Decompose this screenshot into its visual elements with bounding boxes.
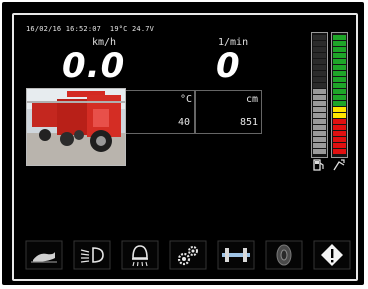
distance-value: 851 — [240, 117, 259, 128]
gauge-segment — [333, 41, 346, 46]
field-mode-key[interactable] — [25, 240, 63, 270]
wheel-icon — [265, 240, 303, 270]
gauge-segment — [333, 65, 346, 70]
gauge-segment — [333, 77, 346, 82]
gauge-segment — [313, 137, 326, 142]
distance-unit: cm — [246, 94, 259, 105]
fuel-pump-icon — [313, 159, 324, 171]
gauge-segment — [313, 119, 326, 124]
gauge-segment — [313, 47, 326, 52]
gauge-segment — [333, 71, 346, 76]
gauge-segment — [333, 119, 346, 124]
gears-icon — [169, 240, 207, 270]
warning-diamond-icon — [313, 240, 351, 270]
gauge-segment — [333, 89, 346, 94]
lights-key[interactable] — [73, 240, 111, 270]
axle-key[interactable] — [217, 240, 255, 270]
gauge-segment — [313, 35, 326, 40]
gauge-segment — [333, 101, 346, 106]
gauge-segment — [313, 83, 326, 88]
gauge-segment — [333, 113, 346, 118]
hydraulic-icon — [333, 159, 345, 171]
warning-key[interactable] — [313, 240, 351, 270]
gauge-segment — [313, 53, 326, 58]
status-time: 16:52:07 — [65, 25, 102, 33]
gauge-segment — [333, 143, 346, 148]
hydraulic-gauge — [331, 32, 348, 158]
temp-unit: °C — [180, 94, 193, 105]
gauge-segment — [313, 59, 326, 64]
work-light-key[interactable] — [121, 240, 159, 270]
status-temperature: 19°C — [109, 25, 128, 33]
status-voltage: 24.7V — [132, 25, 155, 33]
status-bar: 16/02/16 16:52:07 19°C 24.7V — [26, 25, 154, 33]
gauge-segment — [313, 41, 326, 46]
gauge-segment — [333, 53, 346, 58]
gauge-segment — [333, 35, 346, 40]
gauge-segment — [333, 107, 346, 112]
headlight-icon — [73, 240, 111, 270]
gauge-segment — [313, 71, 326, 76]
rpm-value: 0 — [216, 46, 241, 86]
gauge-segment — [333, 59, 346, 64]
gauge-segment — [333, 131, 346, 136]
gauge-segment — [313, 89, 326, 94]
gauge-segment — [333, 125, 346, 130]
gauge-segment — [313, 113, 326, 118]
settings-key[interactable] — [169, 240, 207, 270]
gauge-segment — [313, 149, 326, 154]
work-light-icon — [121, 240, 159, 270]
fuel-gauge — [311, 32, 328, 158]
gauge-segment — [333, 149, 346, 154]
status-date: 16/02/16 — [26, 25, 62, 33]
gauge-segment — [313, 143, 326, 148]
axle-icon — [217, 240, 255, 270]
gauge-segment — [313, 65, 326, 70]
temp-value: 40 — [178, 117, 191, 128]
gauge-segment — [333, 137, 346, 142]
speed-value: 0.0 — [62, 46, 126, 86]
field-ground-icon — [25, 240, 63, 270]
gauge-segment — [313, 77, 326, 82]
gauge-segment — [333, 47, 346, 52]
camera-view-image[interactable] — [26, 88, 126, 166]
wheel-key[interactable] — [265, 240, 303, 270]
gauge-segment — [313, 95, 326, 100]
gauge-segment — [313, 107, 326, 112]
gauge-segment — [313, 125, 326, 130]
gauge-segment — [333, 95, 346, 100]
gauge-segment — [333, 83, 346, 88]
gauge-segment — [313, 101, 326, 106]
gauge-segment — [313, 131, 326, 136]
